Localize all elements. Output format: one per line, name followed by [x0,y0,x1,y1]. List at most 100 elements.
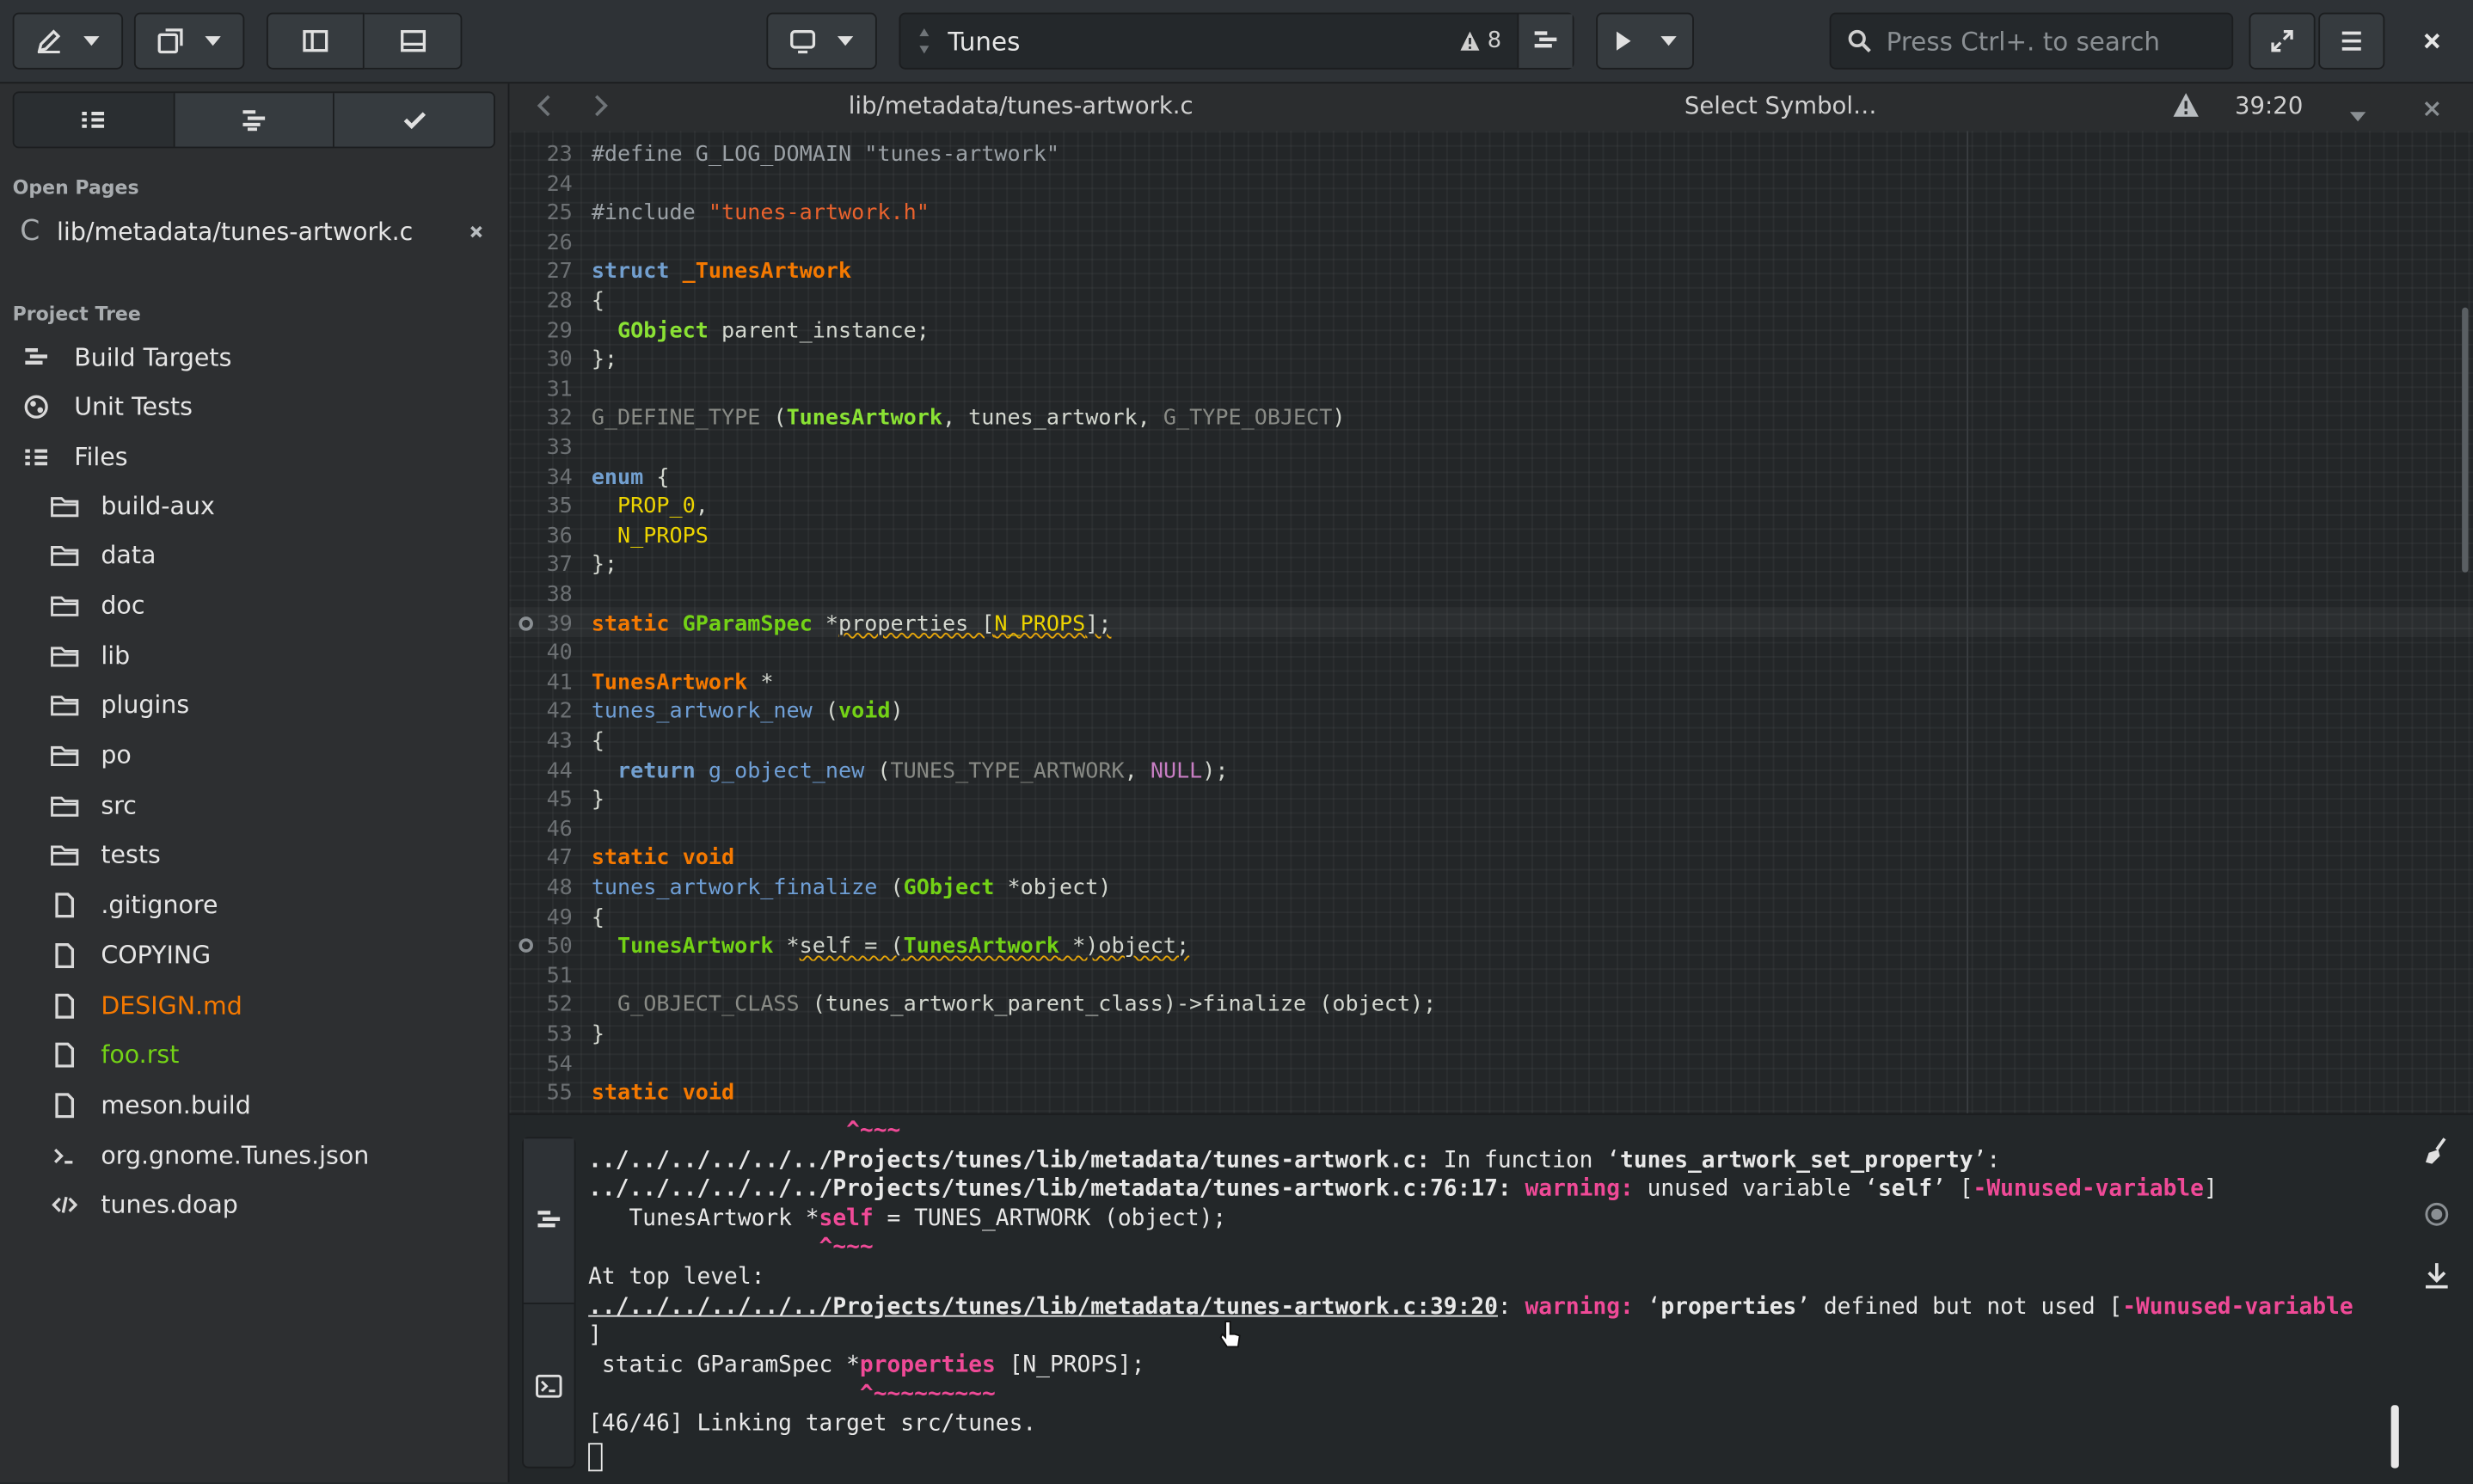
document-new-icon [157,28,183,54]
file-tree-item[interactable]: DESIGN.md [0,981,508,1030]
perspective-button[interactable] [12,12,124,70]
code-line: G_DEFINE_TYPE (TunesArtwork, tunes_artwo… [591,406,1346,432]
line-number: 47 [546,845,573,872]
code-line: struct _TunesArtwork [591,259,852,285]
open-page-item[interactable]: C lib/metadata/tunes-artwork.c [0,206,508,255]
file-label: plugins [101,690,190,720]
file-tree-item[interactable]: foo.rst [0,1031,508,1080]
tab-project-tree[interactable] [14,93,175,147]
file-tree-item[interactable]: tunes.doap [0,1180,508,1230]
code-line: { [591,288,604,315]
file-tree-item[interactable]: data [0,531,508,580]
file-tree-item[interactable]: tests [0,831,508,880]
terminal-scrollbar[interactable] [2390,1405,2399,1469]
play-icon [1617,31,1631,51]
cursor-position[interactable]: 39:20 [2235,91,2303,120]
save-log-button[interactable] [2424,1261,2449,1296]
line-number: 24 [546,171,573,197]
device-selector-button[interactable] [766,12,877,70]
file-tree-item[interactable]: plugins [0,681,508,730]
line-number: 31 [546,376,573,402]
script-icon [51,1141,79,1169]
new-document-button[interactable] [133,12,245,70]
line-number: 46 [546,816,573,843]
file-tree-item[interactable]: po [0,731,508,780]
document-title[interactable]: lib/metadata/tunes-artwork.c [849,91,1194,120]
file-tree-item[interactable]: COPYING [0,931,508,980]
line-number: 41 [546,670,573,696]
chevron-down-icon [837,36,854,46]
code-line: }; [591,346,618,373]
file-icon [51,1041,79,1070]
close-page-button[interactable] [467,219,486,248]
open-page-label: lib/metadata/tunes-artwork.c [57,217,414,246]
file-tree-item[interactable]: lib [0,631,508,680]
search-placeholder: Press Ctrl+. to search [1886,26,2160,57]
back-button[interactable] [535,93,554,125]
file-tree-item[interactable]: .gitignore [0,881,508,930]
file-tree-item[interactable]: src [0,781,508,830]
tab-todo[interactable] [334,93,494,147]
line-number: 29 [546,317,573,344]
file-tree-item[interactable]: doc [0,581,508,630]
run-button[interactable] [1596,12,1694,70]
document-menu-button[interactable] [2348,101,2367,129]
file-tree-item[interactable]: build-aux [0,481,508,530]
line-number: 38 [546,581,573,608]
broom-icon [2425,1138,2446,1164]
editor-perspective-switcher[interactable] [12,12,124,70]
symbol-selector[interactable]: Select Symbol… [1684,91,1877,120]
file-label: org.gnome.Tunes.json [101,1141,370,1170]
omni-bar[interactable]: Tunes 8 [899,12,1574,70]
search-entry[interactable]: Press Ctrl+. to search [1829,12,2234,70]
file-label: COPYING [101,941,212,970]
fullscreen-button[interactable] [2249,12,2316,70]
pencil-icon [37,29,61,53]
chevron-down-icon [205,36,221,46]
code-icon [51,1191,79,1219]
unit-tests-icon [22,392,51,420]
sidebar-item-build-targets[interactable]: Build Targets [0,333,508,382]
panel-switcher [522,1137,576,1469]
build-targets-button[interactable] [1517,14,1573,68]
panel-bottom-icon [400,30,426,52]
mouse-pointer-icon [1219,1321,1241,1348]
sidebar-item-files[interactable]: Files [0,432,508,481]
folder-icon [51,491,79,519]
clear-log-button[interactable] [2424,1137,2449,1171]
forward-button[interactable] [592,93,611,125]
file-label: data [101,541,156,570]
code-line: } [591,1021,604,1047]
main-menu-button[interactable] [2318,12,2385,70]
diagnostics-warning-icon[interactable] [2172,91,2200,126]
folder-icon [51,691,79,720]
close-icon [2424,101,2439,117]
chevron-left-icon [537,95,550,117]
file-tree-item[interactable]: meson.build [0,1081,508,1130]
close-icon [470,225,482,238]
code-line: TunesArtwork * [591,670,774,696]
close-document-button[interactable] [2422,96,2441,125]
line-number: 54 [546,1051,573,1076]
line-number: 45 [546,787,573,813]
build-log-tab[interactable] [523,1138,574,1304]
file-icon [51,891,79,919]
diagnostic-marker-icon[interactable] [519,616,533,630]
record-button[interactable] [2424,1202,2449,1234]
updown-icon [919,28,930,54]
list-icon [82,112,105,128]
toggle-left-panel-button[interactable] [266,12,365,70]
terminal-tab[interactable] [524,1304,574,1467]
warning-count[interactable]: 8 [1488,28,1501,53]
open-pages-heading: Open Pages [12,176,139,199]
code-line: { [591,728,604,754]
sidebar-item-unit-tests[interactable]: Unit Tests [0,382,508,431]
tab-symbols[interactable] [174,93,335,147]
toggle-bottom-panel-button[interactable] [364,12,463,70]
source-view[interactable]: 23 #define G_LOG_DOMAIN "tunes-artwork" 24… [509,131,2473,1113]
line-number: 34 [546,464,573,490]
file-tree-item[interactable]: org.gnome.Tunes.json [0,1131,508,1180]
folder-icon [51,791,79,819]
editor-scrollbar[interactable] [2462,307,2469,573]
close-window-button[interactable] [2397,13,2467,70]
